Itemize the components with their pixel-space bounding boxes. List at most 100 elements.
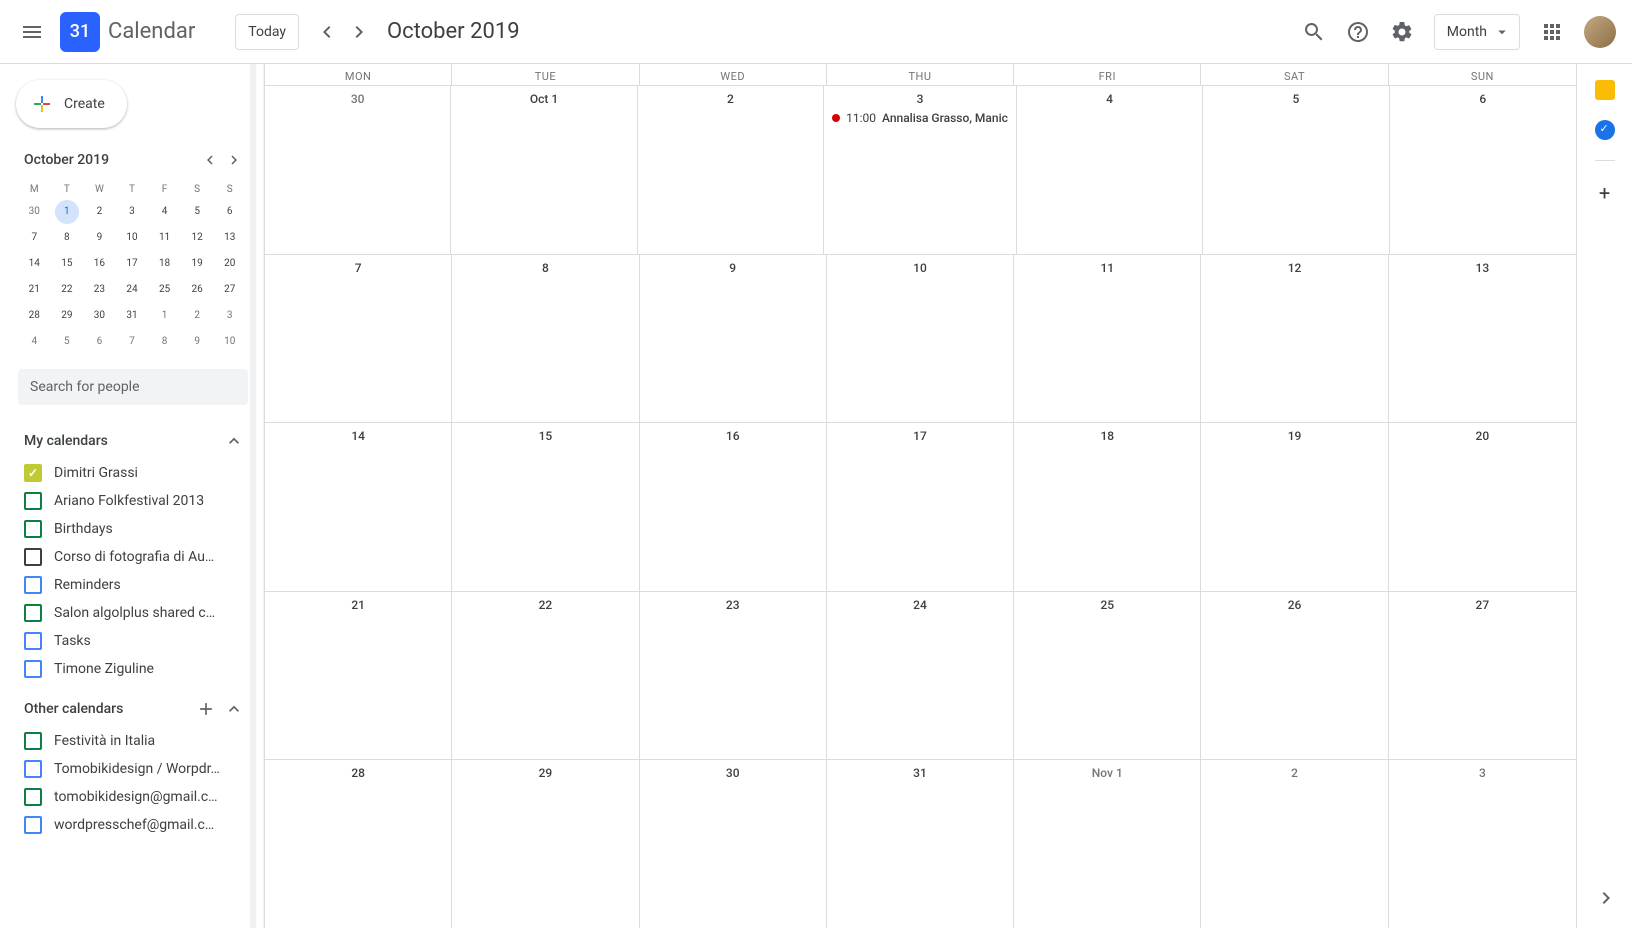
calendar-checkbox[interactable] [24,732,42,750]
side-panel-toggle[interactable] [1588,880,1624,916]
day-cell[interactable]: Nov 1 [1014,760,1201,928]
prev-month-button[interactable] [311,16,343,48]
calendar-item[interactable]: Festività in Italia [20,727,248,755]
calendar-item[interactable]: Corso di fotografia di Au… [20,543,248,571]
mini-day-cell[interactable]: 21 [22,278,46,302]
mini-day-cell[interactable]: 10 [120,226,144,250]
mini-day-cell[interactable]: 8 [153,330,177,354]
mini-day-cell[interactable]: 11 [153,226,177,250]
view-selector[interactable]: Month [1434,14,1520,50]
day-cell[interactable]: 311:00Annalisa Grasso, Manic [824,86,1017,254]
day-cell[interactable]: 14 [265,423,452,591]
mini-day-cell[interactable]: 8 [55,226,79,250]
day-cell[interactable]: 28 [265,760,452,928]
day-cell[interactable]: 2 [1201,760,1388,928]
mini-day-cell[interactable]: 2 [185,304,209,328]
mini-day-cell[interactable]: 27 [218,278,242,302]
mini-day-cell[interactable]: 30 [22,200,46,224]
calendar-item[interactable]: Ariano Folkfestival 2013 [20,487,248,515]
day-cell[interactable]: 30 [265,86,451,254]
mini-day-cell[interactable]: 25 [153,278,177,302]
day-cell[interactable]: 19 [1201,423,1388,591]
event-chip[interactable]: 11:00Annalisa Grasso, Manic [828,110,1012,126]
day-cell[interactable]: 26 [1201,592,1388,760]
calendar-checkbox[interactable] [24,816,42,834]
calendar-checkbox[interactable] [24,548,42,566]
day-cell[interactable]: 27 [1389,592,1576,760]
mini-day-cell[interactable]: 22 [55,278,79,302]
calendar-item[interactable]: Dimitri Grassi [20,459,248,487]
mini-day-cell[interactable]: 1 [55,200,79,224]
mini-day-cell[interactable]: 1 [153,304,177,328]
settings-button[interactable] [1382,12,1422,52]
tasks-addon-icon[interactable] [1595,120,1615,140]
mini-day-cell[interactable]: 28 [22,304,46,328]
calendar-item[interactable]: tomobikidesign@gmail.c… [20,783,248,811]
day-cell[interactable]: 30 [640,760,827,928]
mini-day-cell[interactable]: 20 [218,252,242,276]
day-cell[interactable]: 24 [827,592,1014,760]
day-cell[interactable]: 16 [640,423,827,591]
day-cell[interactable]: 11 [1014,255,1201,423]
mini-day-cell[interactable]: 18 [153,252,177,276]
mini-day-cell[interactable]: 6 [87,330,111,354]
calendar-item[interactable]: Tasks [20,627,248,655]
mini-day-cell[interactable]: 16 [87,252,111,276]
day-cell[interactable]: 25 [1014,592,1201,760]
calendar-checkbox[interactable] [24,464,42,482]
calendar-item[interactable]: Reminders [20,571,248,599]
mini-day-cell[interactable]: 9 [87,226,111,250]
main-menu-button[interactable] [8,8,56,56]
apps-button[interactable] [1532,12,1572,52]
get-addons-button[interactable]: + [1599,181,1610,205]
mini-day-cell[interactable]: 26 [185,278,209,302]
mini-day-cell[interactable]: 23 [87,278,111,302]
calendar-checkbox[interactable] [24,760,42,778]
calendar-item[interactable]: Birthdays [20,515,248,543]
mini-day-cell[interactable]: 19 [185,252,209,276]
day-cell[interactable]: 9 [640,255,827,423]
mini-day-cell[interactable]: 30 [87,304,111,328]
search-people-input[interactable]: Search for people [18,369,248,405]
calendar-checkbox[interactable] [24,492,42,510]
day-cell[interactable]: 5 [1203,86,1389,254]
day-cell[interactable]: 31 [827,760,1014,928]
day-cell[interactable]: 21 [265,592,452,760]
calendar-item[interactable]: wordpresschef@gmail.c… [20,811,248,839]
mini-day-cell[interactable]: 6 [218,200,242,224]
mini-day-cell[interactable]: 24 [120,278,144,302]
day-cell[interactable]: 29 [452,760,639,928]
day-cell[interactable]: 8 [452,255,639,423]
mini-prev-button[interactable] [198,148,222,172]
mini-day-cell[interactable]: 4 [153,200,177,224]
mini-day-cell[interactable]: 31 [120,304,144,328]
day-cell[interactable]: 7 [265,255,452,423]
mini-day-cell[interactable]: 15 [55,252,79,276]
create-button[interactable]: Create [16,80,127,128]
day-cell[interactable]: 3 [1389,760,1576,928]
mini-day-cell[interactable]: 2 [87,200,111,224]
mini-day-cell[interactable]: 7 [120,330,144,354]
my-calendars-toggle[interactable]: My calendars [20,423,248,459]
calendar-item[interactable]: Tomobikidesign / Worpdr… [20,755,248,783]
day-cell[interactable]: 12 [1201,255,1388,423]
mini-day-cell[interactable]: 13 [218,226,242,250]
mini-day-cell[interactable]: 17 [120,252,144,276]
day-cell[interactable]: 18 [1014,423,1201,591]
other-calendars-toggle[interactable]: Other calendars [20,691,248,727]
calendar-checkbox[interactable] [24,660,42,678]
mini-day-cell[interactable]: 10 [218,330,242,354]
plus-icon[interactable] [196,699,216,719]
day-cell[interactable]: 13 [1389,255,1576,423]
mini-day-cell[interactable]: 5 [55,330,79,354]
calendar-checkbox[interactable] [24,520,42,538]
day-cell[interactable]: 2 [638,86,824,254]
calendar-item[interactable]: Timone Ziguline [20,655,248,683]
mini-day-cell[interactable]: 3 [218,304,242,328]
mini-day-cell[interactable]: 29 [55,304,79,328]
today-button[interactable]: Today [235,14,299,50]
calendar-checkbox[interactable] [24,632,42,650]
mini-day-cell[interactable]: 9 [185,330,209,354]
mini-day-cell[interactable]: 14 [22,252,46,276]
help-button[interactable] [1338,12,1378,52]
